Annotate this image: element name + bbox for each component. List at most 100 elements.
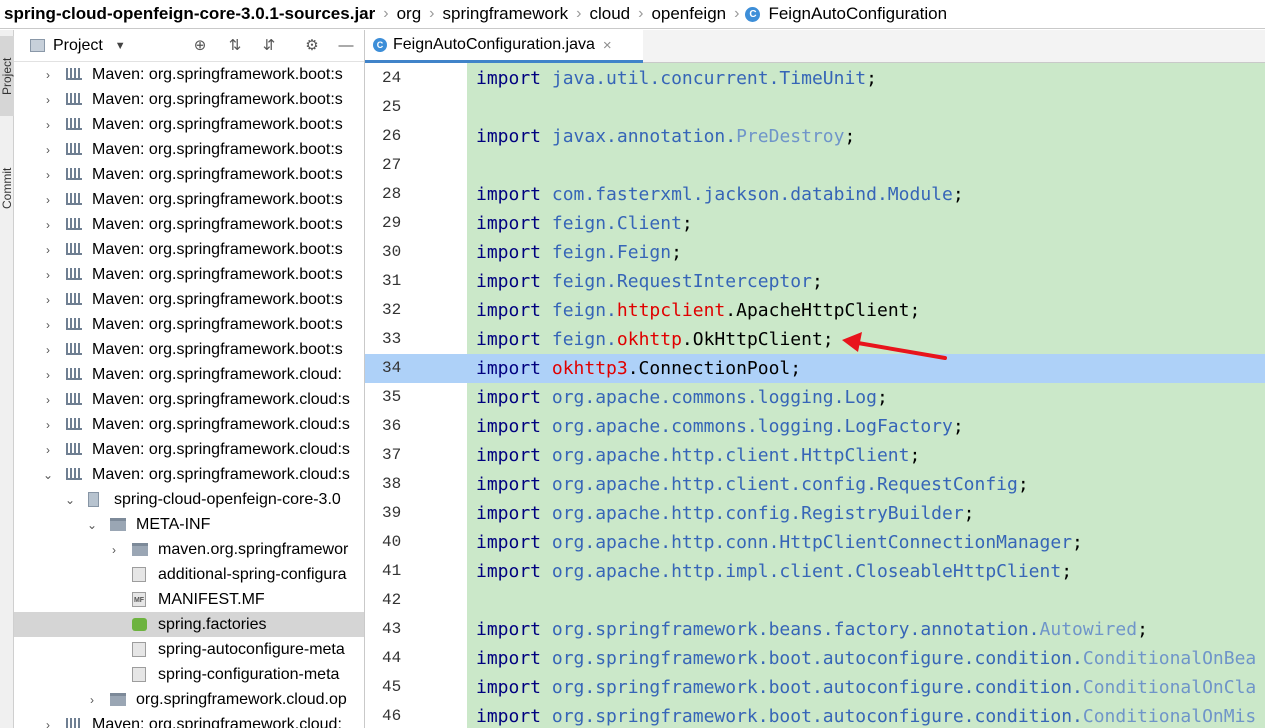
code-token: ;: [876, 387, 888, 408]
code-line[interactable]: import feign.Client;: [467, 209, 1265, 238]
gear-icon[interactable]: ⚙: [303, 37, 321, 55]
chevron-right-icon[interactable]: ›: [86, 693, 98, 707]
tree-item[interactable]: › Maven: org.springframework.boot:s: [14, 87, 364, 112]
code-line[interactable]: import org.springframework.boot.autoconf…: [467, 673, 1265, 702]
breadcrumb-item[interactable]: cloud: [587, 4, 632, 24]
locate-icon[interactable]: ⊕: [191, 37, 209, 55]
breadcrumb-item[interactable]: springframework: [440, 4, 570, 24]
code-line[interactable]: import feign.httpclient.ApacheHttpClient…: [467, 296, 1265, 325]
line-number: 44: [382, 649, 402, 667]
chevron-down-icon[interactable]: ⌄: [86, 518, 98, 532]
tree-item[interactable]: › Maven: org.springframework.boot:s: [14, 62, 364, 87]
chevron-right-icon[interactable]: ›: [42, 418, 54, 432]
chevron-right-icon[interactable]: ›: [42, 143, 54, 157]
commit-tool-tab[interactable]: Commit: [0, 148, 14, 228]
code-token: javax.annotation.: [551, 126, 737, 147]
library-icon: [66, 468, 82, 480]
project-view-selector[interactable]: Project ▼: [30, 37, 126, 55]
line-number: 32: [382, 301, 402, 319]
breadcrumb-item[interactable]: FeignAutoConfiguration: [766, 4, 949, 24]
tree-item[interactable]: › Maven: org.springframework.cloud:: [14, 712, 364, 728]
chevron-right-icon[interactable]: ›: [42, 368, 54, 382]
code-line[interactable]: import org.apache.http.impl.client.Close…: [467, 557, 1265, 586]
code-line[interactable]: import feign.Feign;: [467, 238, 1265, 267]
tree-item[interactable]: additional-spring-configura: [14, 562, 364, 587]
chevron-down-icon[interactable]: ⌄: [42, 468, 54, 482]
tree-item[interactable]: spring-configuration-meta: [14, 662, 364, 687]
tab-feign-auto-configuration[interactable]: C FeignAutoConfiguration.java ×: [365, 30, 643, 63]
code-line[interactable]: import feign.RequestInterceptor;: [467, 267, 1265, 296]
minimize-icon[interactable]: —: [337, 37, 355, 55]
code-line[interactable]: import com.fasterxml.jackson.databind.Mo…: [467, 180, 1265, 209]
tree-item[interactable]: › Maven: org.springframework.boot:s: [14, 337, 364, 362]
code-line[interactable]: import org.apache.commons.logging.LogFac…: [467, 412, 1265, 441]
code-line[interactable]: import org.apache.http.config.RegistryBu…: [467, 499, 1265, 528]
tree-item[interactable]: › Maven: org.springframework.cloud:: [14, 362, 364, 387]
code-editor[interactable]: import java.util.concurrent.TimeUnit; imp…: [467, 63, 1265, 728]
chevron-right-icon[interactable]: ›: [42, 443, 54, 457]
tree-item[interactable]: › Maven: org.springframework.boot:s: [14, 262, 364, 287]
chevron-right-icon[interactable]: ›: [42, 343, 54, 357]
tree-item[interactable]: › Maven: org.springframework.boot:s: [14, 162, 364, 187]
chevron-right-icon[interactable]: ›: [42, 318, 54, 332]
close-icon[interactable]: ×: [603, 37, 612, 54]
chevron-down-icon[interactable]: ⌄: [64, 493, 76, 507]
code-line[interactable]: import org.apache.commons.logging.Log;: [467, 383, 1265, 412]
chevron-right-icon[interactable]: ›: [42, 193, 54, 207]
tree-item[interactable]: spring.factories: [14, 612, 364, 637]
collapse-all-icon[interactable]: ⇵: [260, 37, 278, 55]
breadcrumb-item[interactable]: org: [395, 4, 424, 24]
code-line[interactable]: [467, 93, 1265, 122]
tree-item-label: Maven: org.springframework.boot:s: [92, 140, 343, 158]
tree-item[interactable]: › maven.org.springframewor: [14, 537, 364, 562]
tree-item[interactable]: › org.springframework.cloud.op: [14, 687, 364, 712]
code-line[interactable]: import java.util.concurrent.TimeUnit;: [467, 64, 1265, 93]
tree-item[interactable]: › Maven: org.springframework.cloud:s: [14, 412, 364, 437]
code-line[interactable]: [467, 586, 1265, 615]
code-line[interactable]: [467, 151, 1265, 180]
chevron-right-icon[interactable]: ›: [42, 393, 54, 407]
tree-item[interactable]: › Maven: org.springframework.boot:s: [14, 312, 364, 337]
code-token: feign.Client: [551, 213, 682, 234]
tree-item[interactable]: › Maven: org.springframework.boot:s: [14, 212, 364, 237]
breadcrumb-item[interactable]: openfeign: [649, 4, 728, 24]
tree-item[interactable]: › Maven: org.springframework.boot:s: [14, 187, 364, 212]
code-line[interactable]: import org.apache.http.conn.HttpClientCo…: [467, 528, 1265, 557]
code-line[interactable]: import okhttp3.ConnectionPool;: [467, 354, 1265, 383]
tree-item[interactable]: › Maven: org.springframework.boot:s: [14, 237, 364, 262]
library-icon: [66, 293, 82, 305]
tree-item[interactable]: ⌄ Maven: org.springframework.cloud:s: [14, 462, 364, 487]
chevron-right-icon[interactable]: ›: [42, 718, 54, 728]
tree-item[interactable]: › Maven: org.springframework.boot:s: [14, 137, 364, 162]
code-line[interactable]: import org.springframework.beans.factory…: [467, 615, 1265, 644]
tree-item[interactable]: › Maven: org.springframework.boot:s: [14, 287, 364, 312]
code-token: org.apache.http.client.config.RequestCon…: [551, 474, 1018, 495]
chevron-right-icon[interactable]: ›: [42, 168, 54, 182]
tree-item[interactable]: › Maven: org.springframework.cloud:s: [14, 387, 364, 412]
chevron-right-icon[interactable]: ›: [108, 543, 120, 557]
code-line[interactable]: import org.springframework.boot.autoconf…: [467, 644, 1265, 673]
tree-item[interactable]: ⌄ spring-cloud-openfeign-core-3.0: [14, 487, 364, 512]
tree-item[interactable]: › Maven: org.springframework.boot:s: [14, 112, 364, 137]
chevron-right-icon[interactable]: ›: [42, 268, 54, 282]
tree-item[interactable]: ⌄ META-INF: [14, 512, 364, 537]
code-line[interactable]: import javax.annotation.PreDestroy;: [467, 122, 1265, 151]
code-line[interactable]: import org.springframework.boot.autoconf…: [467, 702, 1265, 728]
chevron-right-icon[interactable]: ›: [42, 293, 54, 307]
chevron-right-icon[interactable]: ›: [42, 93, 54, 107]
chevron-right-icon[interactable]: ›: [42, 243, 54, 257]
expand-all-icon[interactable]: ⇅: [226, 37, 244, 55]
tree-item[interactable]: MF MANIFEST.MF: [14, 587, 364, 612]
chevron-right-icon[interactable]: ›: [42, 68, 54, 82]
code-token: org.apache.http.conn.HttpClientConnectio…: [551, 532, 1073, 553]
tree-item[interactable]: › Maven: org.springframework.cloud:s: [14, 437, 364, 462]
chevron-right-icon[interactable]: ›: [42, 118, 54, 132]
code-line[interactable]: import feign.okhttp.OkHttpClient;: [467, 325, 1265, 354]
code-line[interactable]: import org.apache.http.client.HttpClient…: [467, 441, 1265, 470]
code-line[interactable]: import org.apache.http.client.config.Req…: [467, 470, 1265, 499]
breadcrumb-item[interactable]: spring-cloud-openfeign-core-3.0.1-source…: [0, 4, 377, 24]
project-tool-tab[interactable]: Project: [0, 36, 14, 116]
chevron-right-icon[interactable]: ›: [42, 218, 54, 232]
tree-item[interactable]: spring-autoconfigure-meta: [14, 637, 364, 662]
code-token: org.apache.http.impl.client.CloseableHtt…: [551, 561, 1062, 582]
